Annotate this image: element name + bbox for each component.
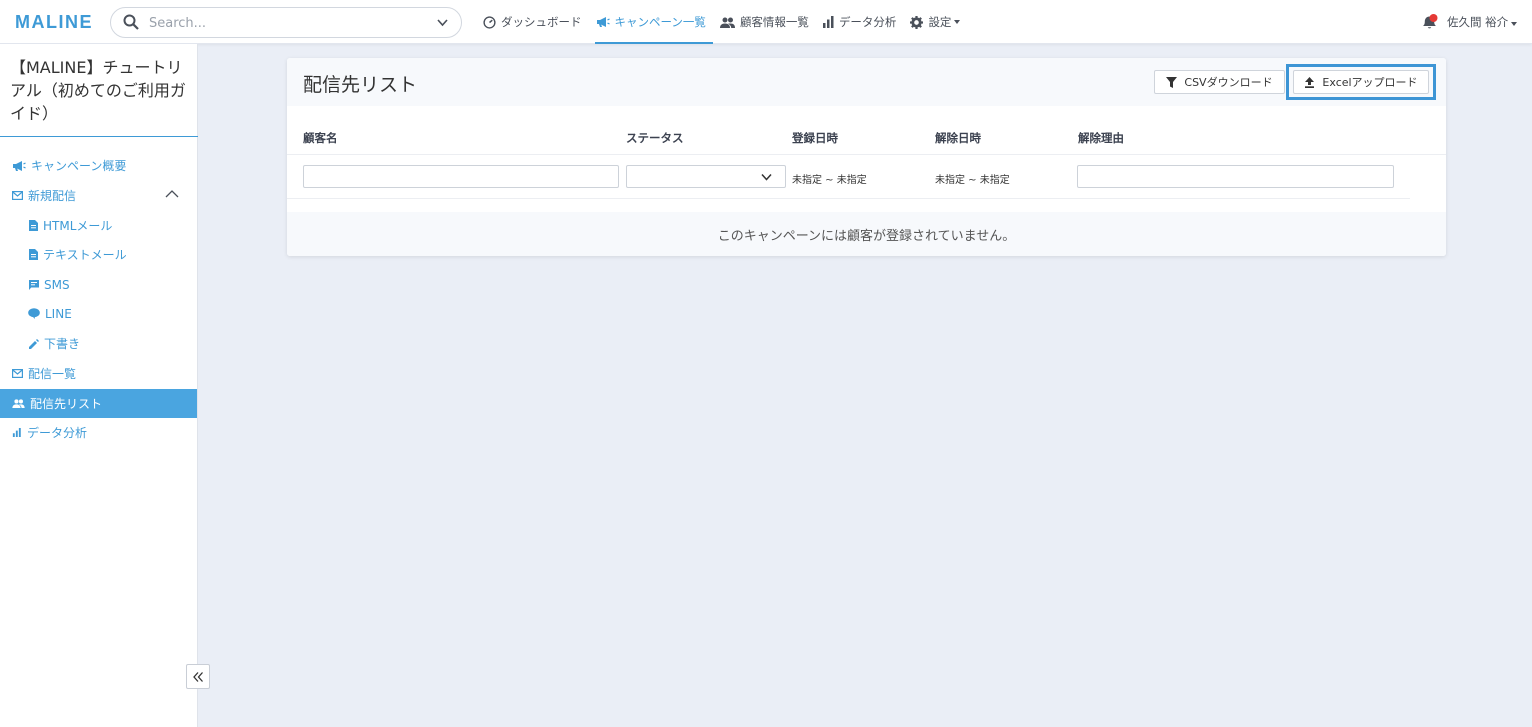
sidebar-item-label: HTMLメール: [43, 219, 113, 233]
nav-analytics-label: データ分析: [838, 15, 897, 29]
megaphone-icon: [596, 17, 610, 27]
sidebar-collapse-button[interactable]: [186, 664, 210, 689]
csv-download-button[interactable]: CSVダウンロード: [1154, 70, 1285, 94]
column-header-customer-name: 顧客名: [303, 131, 338, 145]
sidebar-item-label: LINE: [45, 306, 72, 321]
campaign-title: 【MALINE】チュートリアル（初めてのご利用ガイド）: [10, 58, 186, 123]
notification-bell-icon[interactable]: [1421, 13, 1439, 31]
search-icon: [123, 14, 139, 30]
sidebar-item-html-mail[interactable]: HTMLメール: [0, 211, 197, 240]
nav-dashboard[interactable]: ダッシュボード: [483, 0, 589, 44]
app-logo[interactable]: MALINE: [15, 12, 93, 33]
upload-icon: [1305, 76, 1315, 88]
customer-name-filter-input[interactable]: [303, 165, 619, 188]
megaphone-icon: [13, 160, 26, 171]
csv-download-label: CSVダウンロード: [1184, 76, 1273, 89]
header-divider: [287, 154, 1446, 155]
chevron-down-icon[interactable]: [437, 18, 448, 27]
sidebar-item-label: キャンペーン概要: [31, 159, 127, 173]
registered-date-range[interactable]: 未指定 ~ 未指定: [792, 171, 867, 186]
sidebar-item-label: 配信先リスト: [30, 397, 103, 411]
cancelled-date-range[interactable]: 未指定 ~ 未指定: [935, 171, 1010, 186]
nav-campaigns[interactable]: キャンペーン一覧: [594, 0, 714, 44]
sidebar-item-label: テキストメール: [43, 248, 127, 262]
nav-campaigns-label: キャンペーン一覧: [614, 15, 706, 29]
document-icon: [29, 220, 38, 231]
sidebar-item-label: 新規配信: [28, 189, 77, 203]
caret-down-icon: [954, 20, 961, 24]
chat-bubble-icon: [28, 308, 40, 319]
gauge-icon: [483, 15, 496, 29]
nav-customers-label: 顧客情報一覧: [739, 15, 809, 29]
sidebar-item-label: データ分析: [27, 426, 88, 440]
sidebar-item-line[interactable]: LINE: [0, 299, 197, 328]
mail-icon: [12, 191, 23, 200]
sidebar-item-label: 配信一覧: [28, 367, 77, 381]
recipient-list-card: 配信先リスト CSVダウンロード Excelアップロード 顧客名 ステータス 登…: [287, 58, 1446, 256]
mail-icon: [12, 369, 23, 378]
search-box[interactable]: [110, 7, 462, 38]
sidebar-item-campaign-overview[interactable]: キャンペーン概要: [0, 151, 197, 180]
people-icon: [719, 17, 735, 28]
sidebar-item-sms[interactable]: SMS: [0, 270, 197, 299]
filter-divider: [287, 198, 1410, 199]
excel-button-highlight: Excelアップロード: [1286, 64, 1436, 100]
cancel-reason-filter-input[interactable]: [1077, 165, 1394, 188]
sidebar-item-analytics[interactable]: データ分析: [0, 418, 197, 447]
user-name: 佐久間 裕介: [1447, 15, 1509, 29]
status-filter-select[interactable]: [626, 165, 786, 188]
column-header-cancel-reason: 解除理由: [1078, 131, 1124, 145]
column-header-registered-at: 登録日時: [792, 131, 838, 145]
page-title: 配信先リスト: [303, 74, 418, 96]
message-icon: [29, 279, 39, 290]
nav-settings-label: 設定: [928, 15, 952, 29]
caret-down-icon: [1511, 22, 1518, 26]
sidebar-item-new-delivery[interactable]: 新規配信: [0, 181, 197, 210]
double-chevron-left-icon: [193, 671, 203, 682]
bar-chart-icon: [12, 428, 21, 437]
sidebar: 【MALINE】チュートリアル（初めてのご利用ガイド） キャンペーン概要 新規配…: [0, 44, 198, 727]
sidebar-item-recipient-list[interactable]: 配信先リスト: [0, 389, 197, 418]
people-icon: [12, 399, 25, 408]
nav-customers[interactable]: 顧客情報一覧: [719, 0, 816, 44]
nav-analytics[interactable]: データ分析: [822, 0, 904, 44]
search-input[interactable]: [149, 13, 429, 33]
user-menu[interactable]: 佐久間 裕介: [1447, 14, 1518, 30]
card-header: 配信先リスト CSVダウンロード Excelアップロード: [287, 58, 1446, 106]
sidebar-item-label: 下書き: [44, 337, 81, 351]
nav-dashboard-label: ダッシュボード: [501, 15, 582, 29]
main-nav: ダッシュボード キャンペーン一覧 顧客情報一覧 データ分析 設定: [483, 0, 974, 44]
sidebar-divider: [0, 136, 198, 137]
excel-upload-button[interactable]: Excelアップロード: [1293, 70, 1429, 94]
chevron-up-icon[interactable]: [165, 190, 179, 198]
sidebar-item-drafts[interactable]: 下書き: [0, 329, 197, 358]
pencil-icon: [29, 338, 39, 349]
sidebar-item-label: SMS: [44, 277, 70, 292]
empty-state-message: このキャンペーンには顧客が登録されていません。: [287, 212, 1446, 256]
filter-icon: [1166, 76, 1178, 88]
sidebar-item-text-mail[interactable]: テキストメール: [0, 240, 197, 269]
sidebar-item-delivery-list[interactable]: 配信一覧: [0, 359, 197, 388]
bar-chart-icon: [822, 16, 834, 28]
chevron-down-icon: [761, 173, 772, 181]
column-header-status: ステータス: [626, 131, 684, 145]
column-header-cancelled-at: 解除日時: [935, 131, 981, 145]
nav-settings[interactable]: 設定: [910, 0, 967, 44]
document-icon: [29, 249, 38, 260]
top-navbar: MALINE ダッシュボード キャンペーン一覧 顧客情報一覧 データ分析 設定 …: [0, 0, 1532, 44]
gear-icon: [910, 15, 924, 29]
excel-upload-label: Excelアップロード: [1322, 76, 1418, 89]
